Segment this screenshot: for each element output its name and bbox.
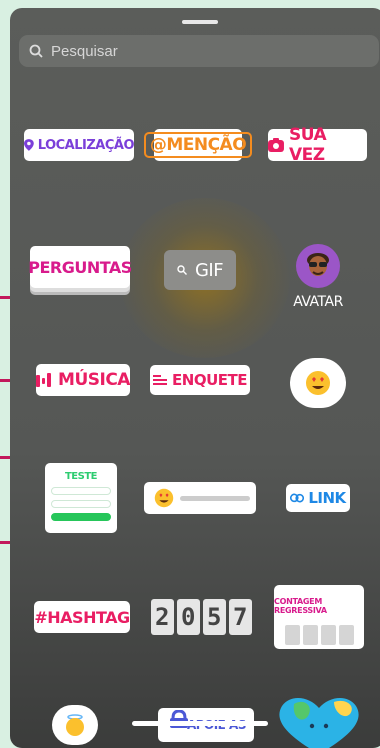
- location-label: LOCALIZAÇÃO: [37, 137, 135, 153]
- heart-globe-sticker[interactable]: [274, 694, 364, 748]
- heart-eyes-emoji-icon: [306, 371, 330, 395]
- sticker-sheet: Pesquisar LOCALIZAÇÃO @MENÇÃO SUA VEZ PE…: [10, 8, 380, 748]
- emoji-slider-sticker[interactable]: [144, 482, 256, 514]
- link-icon: [290, 493, 305, 503]
- questions-label: PERGUNTAS: [28, 257, 132, 277]
- music-sticker[interactable]: MÚSICA: [36, 364, 130, 396]
- sheet-drag-handle[interactable]: [182, 20, 218, 24]
- emoji-slider-bubble-sticker[interactable]: [290, 358, 346, 408]
- countdown-box: [338, 625, 354, 645]
- music-bars-icon: [36, 373, 52, 387]
- avatar-label: AVATAR: [293, 294, 343, 310]
- gif-sticker[interactable]: GIF: [164, 250, 236, 290]
- link-sticker[interactable]: LINK: [286, 484, 350, 512]
- digit: 2: [150, 599, 174, 635]
- questions-sticker[interactable]: PERGUNTAS: [28, 246, 132, 288]
- countdown-box: [284, 625, 300, 645]
- digit: 7: [228, 599, 252, 635]
- digit: 0: [176, 599, 200, 635]
- angel-emoji-sticker[interactable]: [52, 705, 98, 745]
- countdown-box: [320, 625, 336, 645]
- home-indicator: [132, 721, 268, 726]
- quiz-label: TESTE: [64, 471, 98, 482]
- heart-globe-icon: [279, 698, 359, 748]
- avatar-face-icon: [307, 253, 329, 276]
- time-number-sticker[interactable]: 2 0 5 7: [149, 598, 253, 636]
- list-icon: [153, 375, 168, 385]
- mention-label: @MENÇÃO: [143, 132, 253, 158]
- poll-sticker[interactable]: ENQUETE: [150, 365, 250, 395]
- quiz-correct-bar: [51, 513, 111, 521]
- poll-label: ENQUETE: [172, 371, 247, 389]
- countdown-label: CONTAGEM REGRESSIVA: [274, 597, 327, 615]
- search-icon: [29, 44, 43, 58]
- camera-icon: [268, 138, 284, 152]
- location-pin-icon: [24, 139, 34, 151]
- hashtag-label: #HASHTAG: [34, 607, 130, 627]
- heart-eyes-emoji-icon: [154, 488, 174, 508]
- gif-label: GIF: [194, 259, 224, 281]
- quiz-option-bar: [51, 500, 111, 508]
- your-turn-label: SUA VEZ: [288, 125, 327, 165]
- avatar-image: [296, 244, 340, 288]
- avatar-sticker[interactable]: AVATAR: [293, 242, 343, 312]
- slider-track: [180, 495, 250, 501]
- search-icon: [177, 265, 187, 275]
- search-bar[interactable]: Pesquisar: [19, 35, 379, 67]
- hashtag-sticker[interactable]: #HASHTAG: [34, 601, 130, 633]
- music-label: MÚSICA: [58, 370, 130, 390]
- quiz-option-bar: [51, 487, 111, 495]
- mention-sticker[interactable]: @MENÇÃO: [143, 129, 253, 161]
- countdown-boxes: [284, 625, 354, 645]
- location-sticker[interactable]: LOCALIZAÇÃO: [24, 129, 135, 161]
- angel-emoji-icon: [66, 714, 84, 736]
- digit: 5: [202, 599, 226, 635]
- search-input[interactable]: Pesquisar: [51, 43, 118, 60]
- countdown-box: [302, 625, 318, 645]
- quiz-sticker[interactable]: TESTE: [45, 463, 117, 533]
- your-turn-sticker[interactable]: SUA VEZ: [268, 125, 367, 165]
- countdown-sticker[interactable]: CONTAGEM REGRESSIVA: [274, 585, 364, 649]
- link-label: LINK: [308, 489, 346, 507]
